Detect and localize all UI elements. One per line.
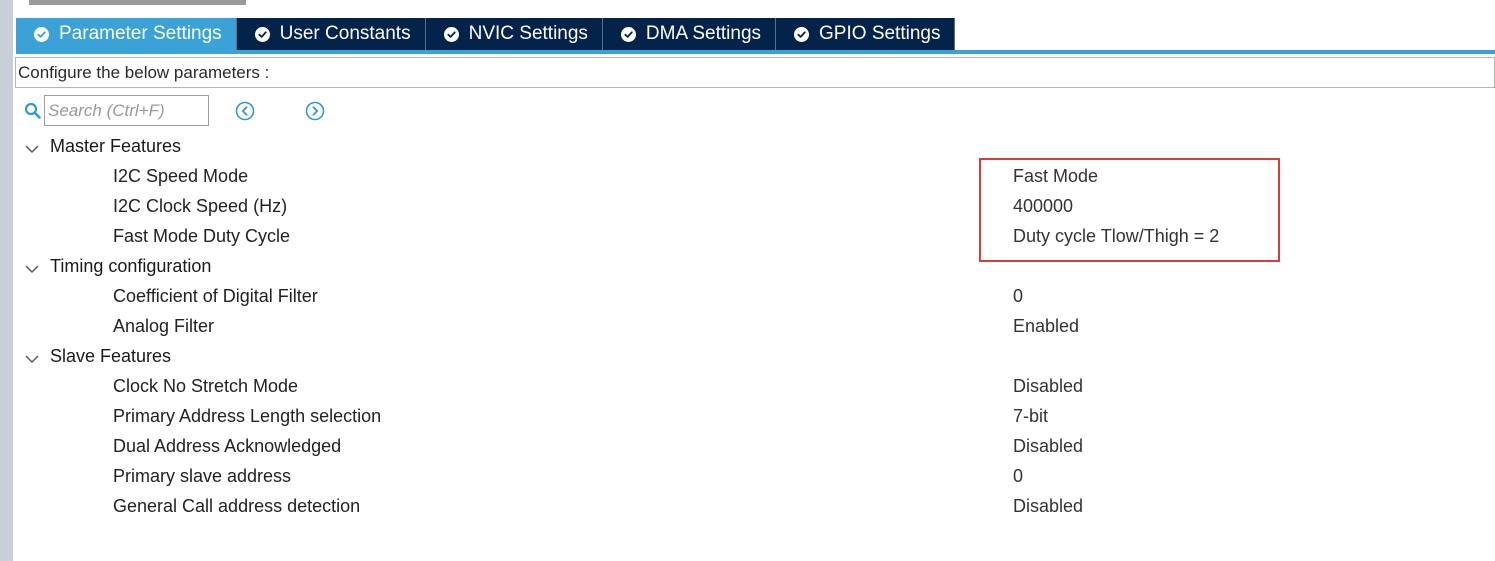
- tab-user-constants[interactable]: User Constants: [236, 18, 426, 50]
- param-value[interactable]: Fast Mode: [1013, 166, 1098, 187]
- param-label: Fast Mode Duty Cycle: [113, 226, 291, 246]
- tab-label: DMA Settings: [645, 23, 762, 44]
- search-icon[interactable]: [22, 101, 42, 121]
- group-row-timing-configuration[interactable]: Timing configuration: [0, 252, 1495, 282]
- group-row-master-features[interactable]: Master Features: [0, 132, 1495, 162]
- param-label: Clock No Stretch Mode: [113, 376, 299, 396]
- param-row[interactable]: Primary Address Length selection 7-bit: [0, 402, 1495, 432]
- tab-dma-settings[interactable]: DMA Settings: [602, 18, 777, 50]
- param-row[interactable]: Fast Mode Duty Cycle Duty cycle Tlow/Thi…: [0, 222, 1495, 252]
- check-circle-icon: [34, 26, 49, 42]
- param-row[interactable]: I2C Speed Mode Fast Mode: [0, 162, 1495, 192]
- parameter-tree: Master Features I2C Speed Mode Fast Mode…: [0, 132, 1495, 522]
- param-label: Primary Address Length selection: [113, 406, 382, 426]
- config-header: Configure the below parameters :: [15, 57, 1495, 88]
- search-input[interactable]: [44, 95, 209, 126]
- param-row[interactable]: Dual Address Acknowledged Disabled: [0, 432, 1495, 462]
- tab-label: Parameter Settings: [59, 23, 222, 44]
- circle-chevron-right-icon[interactable]: [303, 99, 327, 123]
- param-label: I2C Clock Speed (Hz): [113, 196, 288, 216]
- param-label: Coefficient of Digital Filter: [113, 286, 318, 306]
- param-value[interactable]: 400000: [1013, 196, 1073, 217]
- param-value[interactable]: 0: [1013, 286, 1023, 307]
- param-label: Primary slave address: [113, 466, 292, 486]
- check-circle-icon: [620, 26, 636, 42]
- param-row[interactable]: Primary slave address 0: [0, 462, 1495, 492]
- chevron-down-icon[interactable]: [24, 350, 40, 364]
- param-row[interactable]: General Call address detection Disabled: [0, 492, 1495, 522]
- param-row[interactable]: I2C Clock Speed (Hz) 400000: [0, 192, 1495, 222]
- chevron-down-icon[interactable]: [24, 140, 40, 154]
- chevron-down-icon[interactable]: [24, 260, 40, 274]
- param-label: Dual Address Acknowledged: [113, 436, 342, 456]
- group-label: Master Features: [50, 136, 182, 156]
- check-circle-icon: [254, 26, 270, 42]
- param-label: General Call address detection: [113, 496, 361, 516]
- tab-nvic-settings[interactable]: NVIC Settings: [425, 18, 603, 50]
- group-label: Slave Features: [50, 346, 172, 366]
- circle-chevron-left-icon[interactable]: [233, 99, 257, 123]
- tab-bar: Parameter Settings User Constants NVIC S…: [16, 18, 956, 50]
- config-title: Configure the below parameters :: [18, 62, 270, 82]
- tab-label: User Constants: [279, 23, 411, 44]
- tab-label: GPIO Settings: [819, 23, 941, 44]
- param-row[interactable]: Analog Filter Enabled: [0, 312, 1495, 342]
- param-label: Analog Filter: [113, 316, 215, 336]
- group-label: Timing configuration: [50, 256, 212, 276]
- tab-underline: [16, 50, 1495, 54]
- check-circle-icon: [794, 26, 810, 42]
- tab-label: NVIC Settings: [468, 23, 588, 44]
- param-row[interactable]: Coefficient of Digital Filter 0: [0, 282, 1495, 312]
- param-value[interactable]: Disabled: [1013, 376, 1083, 397]
- param-value[interactable]: Enabled: [1013, 316, 1079, 337]
- param-value[interactable]: Duty cycle Tlow/Thigh = 2: [1013, 226, 1219, 247]
- top-tab-stub: [29, 0, 246, 5]
- tab-gpio-settings[interactable]: GPIO Settings: [776, 18, 956, 50]
- param-value[interactable]: 7-bit: [1013, 406, 1048, 427]
- search-toolbar: [22, 95, 327, 126]
- param-value[interactable]: Disabled: [1013, 436, 1083, 457]
- tab-parameter-settings[interactable]: Parameter Settings: [16, 18, 237, 50]
- param-row[interactable]: Clock No Stretch Mode Disabled: [0, 372, 1495, 402]
- group-row-slave-features[interactable]: Slave Features: [0, 342, 1495, 372]
- param-label: I2C Speed Mode: [113, 166, 249, 186]
- check-circle-icon: [443, 26, 459, 42]
- param-value[interactable]: Disabled: [1013, 496, 1083, 517]
- param-value[interactable]: 0: [1013, 466, 1023, 487]
